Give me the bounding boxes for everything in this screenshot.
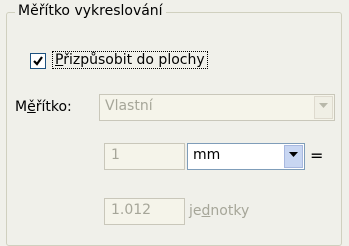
groupbox-title: Měřítko vykreslování [15, 3, 166, 19]
scale-left-input[interactable]: 1 [104, 143, 185, 170]
scale-select-value: Vlastní [105, 98, 153, 114]
scale-label: Měřítko: [15, 99, 72, 115]
fit-to-page-checkbox[interactable] [30, 53, 46, 69]
fit-to-page-label[interactable]: Přizpůsobit do plochy [52, 51, 208, 69]
chevron-down-icon [289, 152, 298, 157]
units-label: jednotky [189, 203, 250, 219]
scale-select[interactable]: Vlastní [99, 94, 335, 121]
equals-sign: = [310, 146, 324, 165]
unit-select[interactable]: mm [187, 143, 305, 170]
unit-select-value: mm [193, 147, 221, 163]
unit-dropdown-button[interactable] [284, 145, 303, 168]
checkmark-icon [33, 56, 43, 66]
scale-dropdown-button[interactable] [314, 96, 333, 119]
scale-right-input[interactable]: 1.012 [104, 198, 185, 225]
chevron-down-icon [319, 103, 328, 108]
